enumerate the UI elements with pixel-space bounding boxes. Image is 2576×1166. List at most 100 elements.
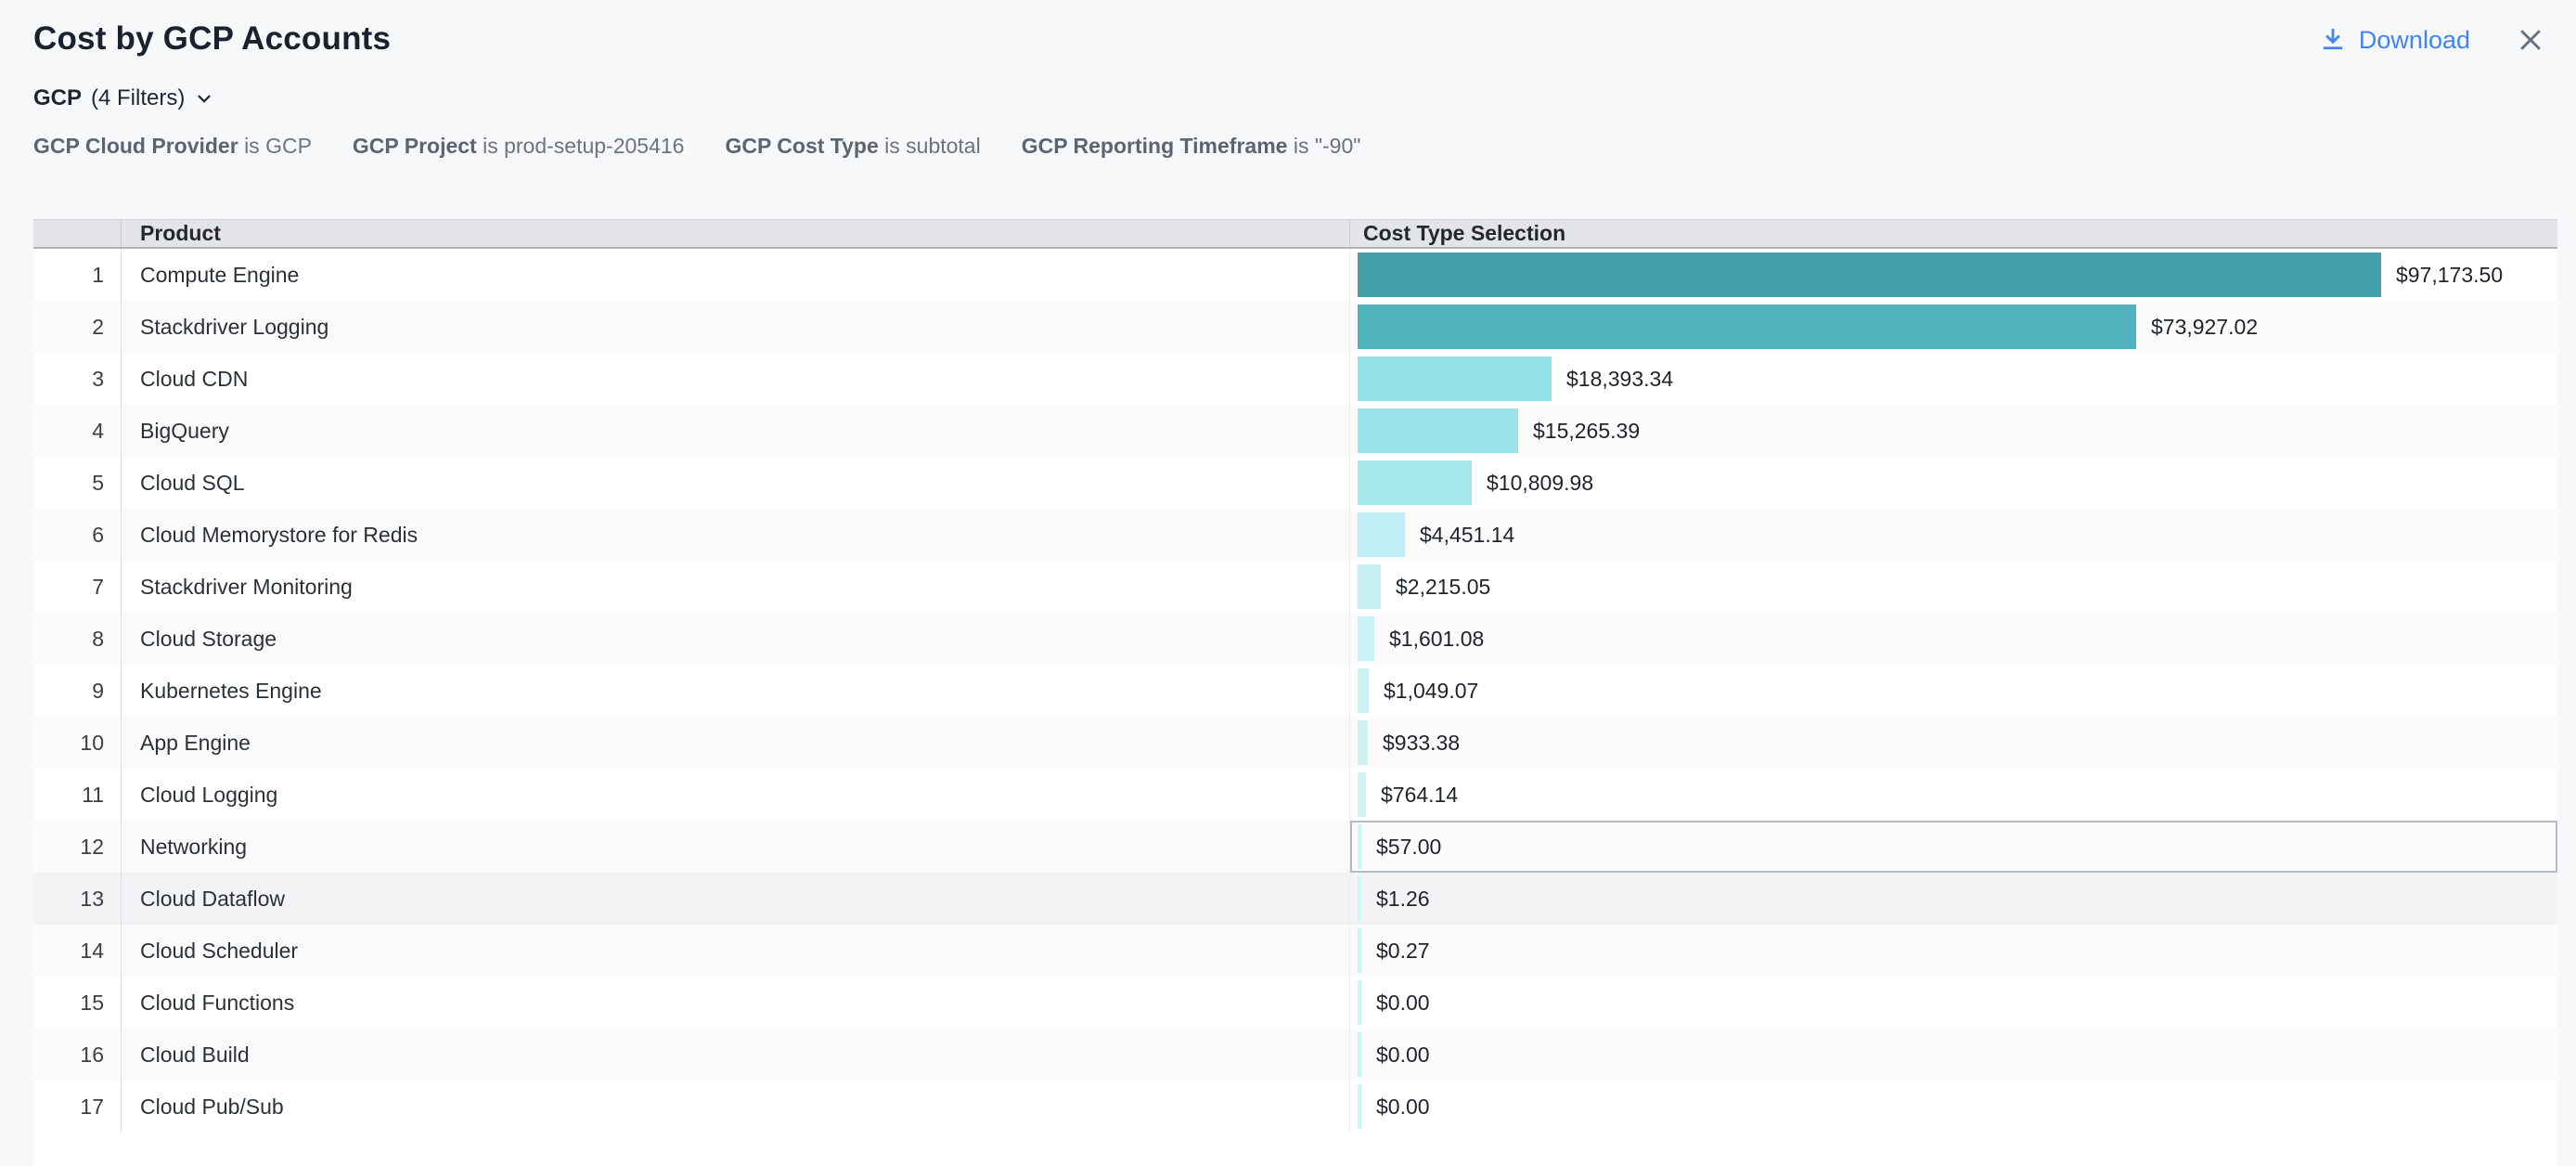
cost-cell[interactable]: $1,601.08 [1350, 613, 2557, 665]
filters-provider-label: GCP [33, 85, 82, 111]
cost-bar [1358, 512, 1405, 557]
product-cell[interactable]: Networking [122, 821, 1350, 873]
cost-cell[interactable]: $97,173.50 [1350, 249, 2557, 301]
product-cell[interactable]: Stackdriver Monitoring [122, 561, 1350, 613]
cost-cell[interactable]: $10,809.98 [1350, 457, 2557, 509]
table-row: 4 BigQuery $15,265.39 [33, 405, 2557, 457]
product-cell[interactable]: Stackdriver Logging [122, 301, 1350, 353]
cost-value-label: $0.27 [1376, 939, 1430, 964]
filter-condition: is subtotal [884, 134, 981, 158]
cost-cell[interactable]: $57.00 [1350, 821, 2557, 873]
table-row: 10 App Engine $933.38 [33, 717, 2557, 769]
filter-condition: is "-90" [1294, 134, 1361, 158]
cost-cell[interactable]: $0.00 [1350, 1081, 2557, 1133]
header-cell-index [33, 220, 122, 247]
product-cell[interactable]: Cloud Storage [122, 613, 1350, 665]
product-cell[interactable]: Cloud SQL [122, 457, 1350, 509]
row-index: 9 [33, 665, 122, 717]
filter-condition: is prod-setup-205416 [483, 134, 684, 158]
product-cell[interactable]: App Engine [122, 717, 1350, 769]
table-row: 9 Kubernetes Engine $1,049.07 [33, 665, 2557, 717]
cost-table: Product Cost Type Selection 1 Compute En… [33, 219, 2557, 1166]
product-cell[interactable]: Cloud Build [122, 1029, 1350, 1081]
row-index: 7 [33, 561, 122, 613]
product-cell[interactable]: Compute Engine [122, 249, 1350, 301]
product-cell[interactable]: Cloud Dataflow [122, 873, 1350, 925]
filter-field: GCP Cloud Provider [33, 134, 244, 158]
download-button[interactable]: Download [2320, 26, 2470, 55]
cost-bar [1358, 668, 1369, 713]
cost-bar [1358, 1032, 1361, 1077]
cost-cell[interactable]: $0.00 [1350, 1029, 2557, 1081]
table-row: 16 Cloud Build $0.00 [33, 1029, 2557, 1081]
cost-value-label: $764.14 [1381, 783, 1458, 808]
filter-field: GCP Cost Type [725, 134, 884, 158]
cost-value-label: $0.00 [1376, 1043, 1430, 1068]
row-index: 6 [33, 509, 122, 561]
chevron-down-icon [194, 88, 214, 109]
table-header-row: Product Cost Type Selection [33, 219, 2557, 249]
cost-value-label: $15,265.39 [1533, 419, 1640, 444]
row-index: 16 [33, 1029, 122, 1081]
product-cell[interactable]: Cloud Pub/Sub [122, 1081, 1350, 1133]
header-cell-cost[interactable]: Cost Type Selection [1350, 220, 2557, 247]
product-cell[interactable]: Cloud Memorystore for Redis [122, 509, 1350, 561]
table-row: 2 Stackdriver Logging $73,927.02 [33, 301, 2557, 353]
cost-value-label: $2,215.05 [1396, 575, 1490, 600]
cost-cell[interactable]: $0.27 [1350, 925, 2557, 977]
cost-cell[interactable]: $764.14 [1350, 769, 2557, 821]
cost-value-label: $97,173.50 [2396, 263, 2503, 288]
product-cell[interactable]: Cloud Logging [122, 769, 1350, 821]
cost-bar [1358, 616, 1374, 661]
row-index: 13 [33, 873, 122, 925]
table-row: 12 Networking $57.00 [33, 821, 2557, 873]
cost-value-label: $73,927.02 [2151, 315, 2258, 340]
product-cell[interactable]: Kubernetes Engine [122, 665, 1350, 717]
download-icon [2320, 27, 2346, 53]
filter-chip: GCP Cost Type is subtotal [725, 134, 980, 159]
row-index: 4 [33, 405, 122, 457]
row-index: 14 [33, 925, 122, 977]
row-index: 11 [33, 769, 122, 821]
table-row: 1 Compute Engine $97,173.50 [33, 249, 2557, 301]
cost-cell[interactable]: $4,451.14 [1350, 509, 2557, 561]
table-row: 13 Cloud Dataflow $1.26 [33, 873, 2557, 925]
cost-bar [1358, 304, 2136, 349]
modal-header: Cost by GCP Accounts Download [0, 0, 2576, 58]
table-row: 8 Cloud Storage $1,601.08 [33, 613, 2557, 665]
filter-chip: GCP Cloud Provider is GCP [33, 134, 312, 159]
table-row: 11 Cloud Logging $764.14 [33, 769, 2557, 821]
cost-cell[interactable]: $15,265.39 [1350, 405, 2557, 457]
product-cell[interactable]: Cloud CDN [122, 353, 1350, 405]
product-cell[interactable]: Cloud Scheduler [122, 925, 1350, 977]
cost-value-label: $10,809.98 [1487, 471, 1593, 496]
product-cell[interactable]: Cloud Functions [122, 977, 1350, 1029]
cost-value-label: $57.00 [1376, 835, 1441, 860]
cost-cell[interactable]: $73,927.02 [1350, 301, 2557, 353]
header-cell-product[interactable]: Product [122, 220, 1350, 247]
cost-bar [1358, 460, 1472, 505]
cost-cell[interactable]: $2,215.05 [1350, 561, 2557, 613]
row-index: 2 [33, 301, 122, 353]
cost-cell[interactable]: $1,049.07 [1350, 665, 2557, 717]
cost-cell[interactable]: $0.00 [1350, 977, 2557, 1029]
row-index: 3 [33, 353, 122, 405]
cost-value-label: $0.00 [1376, 1095, 1430, 1120]
cost-value-label: $0.00 [1376, 991, 1430, 1016]
filters-dropdown[interactable]: GCP (4 Filters) [33, 85, 214, 111]
table-row: 5 Cloud SQL $10,809.98 [33, 457, 2557, 509]
cost-value-label: $1.26 [1376, 887, 1430, 912]
row-index: 1 [33, 249, 122, 301]
filter-chip: GCP Reporting Timeframe is "-90" [1022, 134, 1361, 159]
cost-value-label: $4,451.14 [1420, 523, 1514, 548]
product-cell[interactable]: BigQuery [122, 405, 1350, 457]
cost-cell[interactable]: $18,393.34 [1350, 353, 2557, 405]
cost-bar [1358, 772, 1366, 817]
cost-bar [1358, 928, 1361, 973]
row-index: 10 [33, 717, 122, 769]
close-button[interactable] [2513, 22, 2548, 58]
cost-cell[interactable]: $933.38 [1350, 717, 2557, 769]
cost-cell[interactable]: $1.26 [1350, 873, 2557, 925]
row-index: 15 [33, 977, 122, 1029]
cost-value-label: $1,601.08 [1389, 627, 1484, 652]
